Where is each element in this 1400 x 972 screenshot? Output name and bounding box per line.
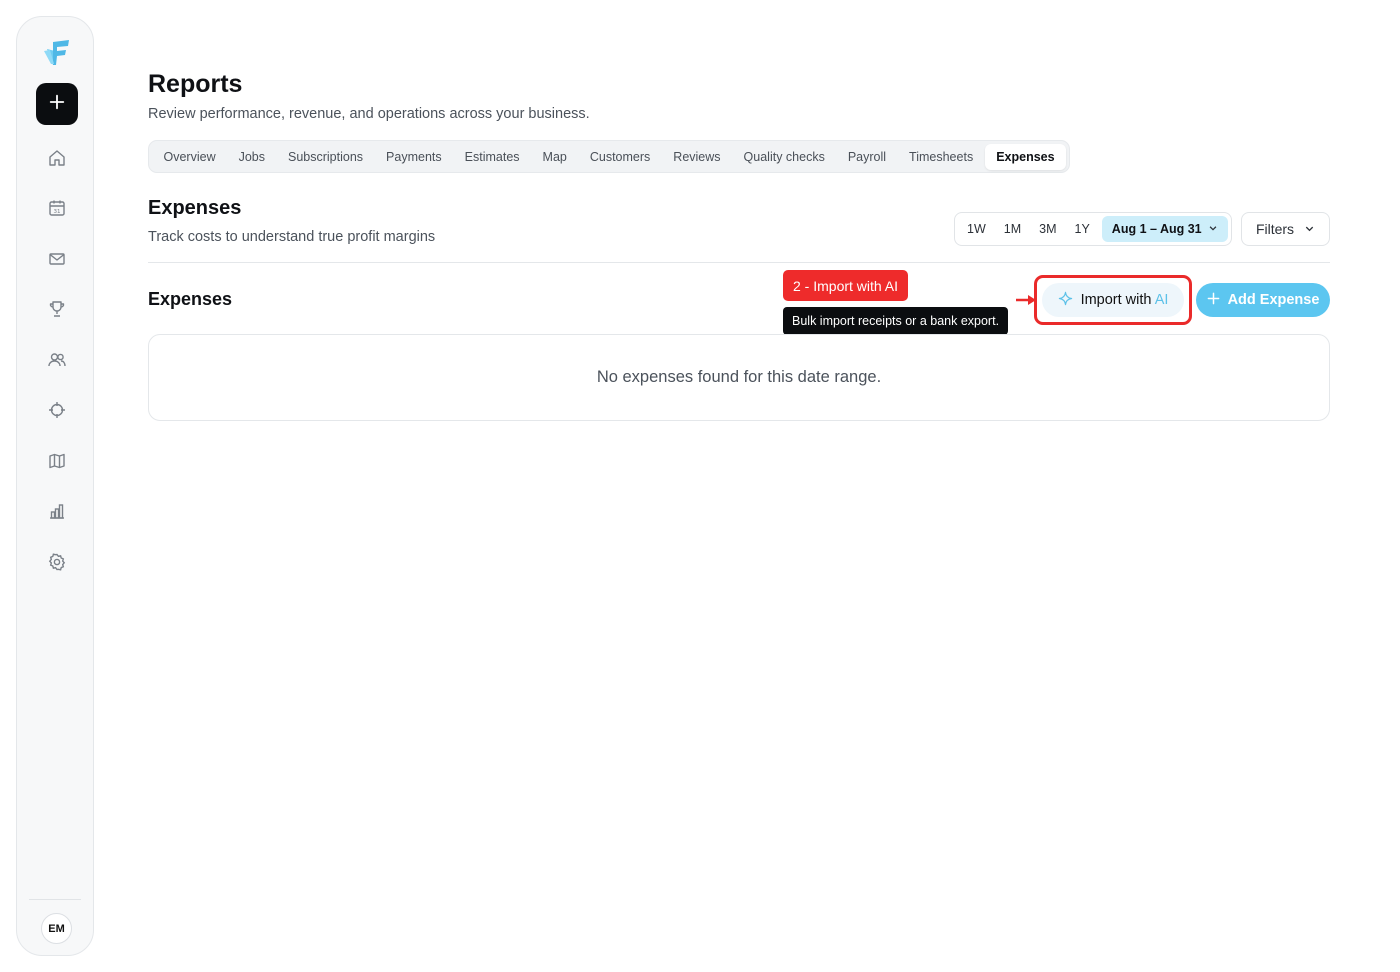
report-tabs: Overview Jobs Subscriptions Payments Est… (148, 140, 1071, 173)
step-badge: 2 - Import with AI (783, 270, 909, 301)
calendar-day-label: 31 (54, 209, 61, 215)
tab-map[interactable]: Map (531, 144, 578, 170)
range-1w-button[interactable]: 1W (958, 216, 995, 242)
date-range-selector: 1W 1M 3M 1Y Aug 1 – Aug 31 (954, 212, 1232, 246)
section-title: Expenses (148, 197, 242, 219)
section-subtitle: Track costs to understand true profit ma… (148, 229, 436, 245)
gear-icon (47, 552, 67, 577)
date-range-label: Aug 1 – Aug 31 (1111, 222, 1202, 236)
sparkle-icon (1058, 291, 1073, 310)
crosshair-icon (47, 400, 67, 425)
add-expense-button[interactable]: Add Expense (1196, 283, 1330, 317)
tab-payroll[interactable]: Payroll (836, 144, 897, 170)
chevron-down-icon (1208, 222, 1218, 236)
nav-rewards[interactable] (46, 300, 68, 322)
nav-inbox[interactable] (46, 250, 68, 272)
section-divider (148, 262, 1330, 263)
users-icon (47, 350, 67, 375)
import-with-ai-button[interactable]: Import with AI (1042, 283, 1184, 317)
sidebar-divider (29, 899, 81, 900)
empty-state-text: No expenses found for this date range. (596, 368, 882, 386)
range-3m-button[interactable]: 3M (1030, 216, 1065, 242)
nav-customers[interactable] (46, 351, 68, 373)
plus-icon (1207, 292, 1220, 309)
home-icon (47, 148, 67, 173)
add-expense-label: Add Expense (1227, 292, 1320, 308)
import-label-text: Import with (1080, 292, 1152, 308)
trophy-icon (47, 299, 67, 324)
nav-reports[interactable] (46, 502, 68, 524)
mail-icon (47, 249, 67, 274)
nav-settings[interactable] (46, 552, 68, 577)
app-logo[interactable] (41, 37, 71, 67)
map-icon (47, 451, 67, 476)
nav-home[interactable] (46, 149, 68, 171)
range-1m-button[interactable]: 1M (995, 216, 1030, 242)
bar-chart-icon (47, 501, 67, 526)
chevron-down-icon (1304, 221, 1315, 237)
expenses-list-title: Expenses (148, 289, 233, 309)
date-range-dropdown[interactable]: Aug 1 – Aug 31 (1101, 216, 1228, 242)
nav-calendar[interactable]: 31 (46, 199, 68, 221)
tab-timesheets[interactable]: Timesheets (898, 144, 985, 170)
tab-quality-checks[interactable]: Quality checks (732, 144, 836, 170)
tab-payments[interactable]: Payments (375, 144, 454, 170)
calendar-icon: 31 (47, 198, 67, 223)
import-tooltip: Bulk import receipts or a bank export. (783, 307, 1009, 335)
nav-map[interactable] (46, 452, 68, 474)
create-button[interactable] (36, 83, 78, 125)
range-1y-button[interactable]: 1Y (1066, 216, 1099, 242)
plus-icon (48, 93, 66, 116)
tab-reviews[interactable]: Reviews (662, 144, 732, 170)
filters-button[interactable]: Filters (1241, 212, 1330, 246)
tab-customers[interactable]: Customers (578, 144, 661, 170)
import-label: Import with AI (1081, 292, 1169, 308)
tab-overview[interactable]: Overview (152, 144, 227, 170)
nav-targets[interactable] (46, 401, 68, 423)
filters-label: Filters (1255, 221, 1295, 237)
page-subtitle: Review performance, revenue, and operati… (148, 106, 590, 122)
tab-subscriptions[interactable]: Subscriptions (277, 144, 375, 170)
avatar[interactable]: EM (41, 913, 72, 944)
sidebar: 31 EM (16, 16, 94, 956)
page-title: Reports (148, 70, 243, 98)
import-ai-label: AI (1154, 292, 1169, 308)
tab-jobs[interactable]: Jobs (227, 144, 276, 170)
expenses-empty-state: No expenses found for this date range. (148, 334, 1330, 421)
tab-estimates[interactable]: Estimates (453, 144, 531, 170)
tab-expenses[interactable]: Expenses (984, 144, 1067, 170)
